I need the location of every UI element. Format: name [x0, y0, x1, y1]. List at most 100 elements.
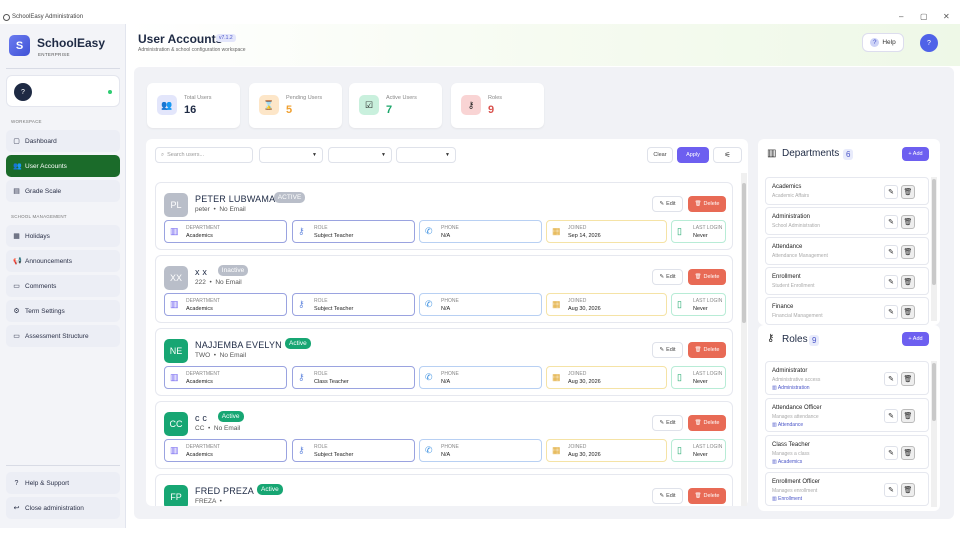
trash-icon: 🗑	[694, 420, 702, 426]
last-login-field: ▯ LAST LOGIN Never	[671, 220, 726, 243]
joined-field: ▦ JOINED Aug 30, 2026	[546, 439, 667, 462]
delete-department-button[interactable]: 🗑	[901, 245, 915, 259]
delete-department-button[interactable]: 🗑	[901, 275, 915, 289]
field-label: DEPARTMENT	[186, 298, 220, 304]
role-item[interactable]: Attendance Officer Manages attendance ▥ …	[765, 398, 929, 432]
field-label: ROLE	[314, 225, 328, 231]
delete-user-button[interactable]: 🗑 Delete	[688, 488, 726, 504]
delete-role-button[interactable]: 🗑	[901, 446, 915, 460]
pencil-icon: ✎	[659, 493, 665, 499]
scrollbar-thumb[interactable]	[932, 363, 936, 421]
delete-role-button[interactable]: 🗑	[901, 372, 915, 386]
department-filter-select[interactable]: ▼	[259, 147, 323, 163]
delete-role-button[interactable]: 🗑	[901, 409, 915, 423]
delete-user-button[interactable]: 🗑 Delete	[688, 415, 726, 431]
departments-scrollbar[interactable]	[931, 177, 937, 321]
field-value: Academics	[186, 379, 213, 385]
delete-department-button[interactable]: 🗑	[901, 185, 915, 199]
pencil-icon: ✎	[659, 347, 665, 353]
field-label: PHONE	[441, 371, 459, 377]
department-item[interactable]: Attendance Attendance Management ✎ 🗑	[765, 237, 929, 265]
roles-title: Roles	[782, 334, 808, 345]
field-label: ROLE	[314, 444, 328, 450]
brand-name: SchoolEasy	[37, 36, 106, 50]
role-item[interactable]: Administrator Administrative access ▥ Ad…	[765, 361, 929, 395]
grade-scale-icon: ▤	[13, 187, 20, 195]
search-input[interactable]: ⌕ Search users...	[155, 147, 253, 163]
phone-field: ✆ PHONE N/A	[419, 293, 542, 316]
departments-count: 6	[843, 149, 854, 160]
delete-department-button[interactable]: 🗑	[901, 305, 915, 319]
edit-department-button[interactable]: ✎	[884, 215, 898, 229]
department-item[interactable]: Administration School Administration ✎ 🗑	[765, 207, 929, 235]
edit-role-button[interactable]: ✎	[884, 372, 898, 386]
role-filter-select[interactable]: ▼	[328, 147, 392, 163]
phone-field-icon: ✆	[425, 299, 433, 309]
role-item[interactable]: Enrollment Officer Manages enrollment ▥ …	[765, 472, 929, 506]
delete-department-button[interactable]: 🗑	[901, 215, 915, 229]
edit-department-button[interactable]: ✎	[884, 305, 898, 319]
maximize-button[interactable]: ▢	[920, 12, 928, 21]
add-department-button[interactable]: + Add	[902, 147, 929, 161]
apply-button[interactable]: Apply	[677, 147, 709, 163]
sidebar-item-term-settings[interactable]: ⚙ Term Settings	[6, 300, 120, 322]
edit-role-button[interactable]: ✎	[884, 409, 898, 423]
minimize-button[interactable]: –	[899, 12, 903, 21]
delete-user-button[interactable]: 🗑 Delete	[688, 342, 726, 358]
scrollbar-thumb[interactable]	[932, 179, 936, 285]
sidebar-item-help-support[interactable]: ? Help & Support	[6, 472, 120, 494]
sidebar-item-comments[interactable]: ▭ Comments	[6, 275, 120, 297]
role-description: Administrative access	[772, 377, 821, 383]
sidebar-item-dashboard[interactable]: ▢ Dashboard	[6, 130, 120, 152]
department-item[interactable]: Enrollment Student Enrollment ✎ 🗑	[765, 267, 929, 295]
edit-user-button[interactable]: ✎ Edit	[652, 269, 683, 285]
departments-title: Departments	[782, 148, 840, 159]
page-header: User Accounts v7.1.2 Administration & sc…	[127, 24, 960, 66]
edit-role-button[interactable]: ✎	[884, 446, 898, 460]
stat-icon: ⌛	[259, 95, 279, 115]
user-email: No Email	[213, 425, 241, 432]
sidebar-item-announcements[interactable]: 📢 Announcements	[6, 250, 120, 272]
user-list-scrollbar[interactable]	[741, 173, 747, 506]
joined-field-icon: ▦	[552, 226, 561, 236]
status-filter-select[interactable]: ▼	[396, 147, 456, 163]
edit-user-button[interactable]: ✎ Edit	[652, 488, 683, 504]
filter-options-button[interactable]: ⚟	[713, 147, 742, 163]
department-item[interactable]: Academics Academic Affairs ✎ 🗑	[765, 177, 929, 205]
department-item[interactable]: Finance Financial Management ✎ 🗑	[765, 297, 929, 325]
role-item[interactable]: Class Teacher Manages a class ▥ Academic…	[765, 435, 929, 469]
joined-field: ▦ JOINED Sep 14, 2026	[546, 220, 667, 243]
role-field: ⚷ ROLE Class Teacher	[292, 366, 415, 389]
avatar[interactable]: ?	[920, 34, 938, 52]
delete-user-button[interactable]: 🗑 Delete	[688, 269, 726, 285]
sidebar-item-user-accounts[interactable]: 👥 User Accounts	[6, 155, 120, 177]
exit-icon: ↩	[13, 504, 20, 512]
edit-role-button[interactable]: ✎	[884, 483, 898, 497]
field-value: Never	[693, 306, 708, 312]
delete-user-button[interactable]: 🗑 Delete	[688, 196, 726, 212]
role-field-icon: ⚷	[298, 445, 305, 455]
scrollbar-thumb[interactable]	[742, 183, 746, 323]
user-avatar: CC	[164, 412, 188, 436]
edit-user-button[interactable]: ✎ Edit	[652, 196, 683, 212]
sidebar-item-close-administration[interactable]: ↩ Close administration	[6, 497, 120, 519]
clear-button[interactable]: Clear	[647, 147, 673, 163]
edit-label: Edit	[666, 201, 676, 207]
edit-department-button[interactable]: ✎	[884, 185, 898, 199]
user-name: PETER LUBWAMA	[195, 194, 276, 204]
add-role-button[interactable]: + Add	[902, 332, 929, 346]
delete-role-button[interactable]: 🗑	[901, 483, 915, 497]
edit-department-button[interactable]: ✎	[884, 275, 898, 289]
roles-scrollbar[interactable]	[931, 361, 937, 507]
edit-user-button[interactable]: ✎ Edit	[652, 342, 683, 358]
sidebar-item-holidays[interactable]: ▦ Holidays	[6, 225, 120, 247]
window-titlebar: SchoolEasy Administration – ▢ ✕	[0, 0, 960, 24]
sidebar-item-assessment-structure[interactable]: ▭ Assessment Structure	[6, 325, 120, 347]
trash-icon: 🗑	[903, 376, 913, 383]
help-button[interactable]: ? Help	[862, 33, 904, 52]
sidebar-item-grade-scale[interactable]: ▤ Grade Scale	[6, 180, 120, 202]
edit-department-button[interactable]: ✎	[884, 245, 898, 259]
close-window-button[interactable]: ✕	[943, 12, 950, 21]
user-card[interactable]: ?	[6, 75, 120, 107]
edit-user-button[interactable]: ✎ Edit	[652, 415, 683, 431]
